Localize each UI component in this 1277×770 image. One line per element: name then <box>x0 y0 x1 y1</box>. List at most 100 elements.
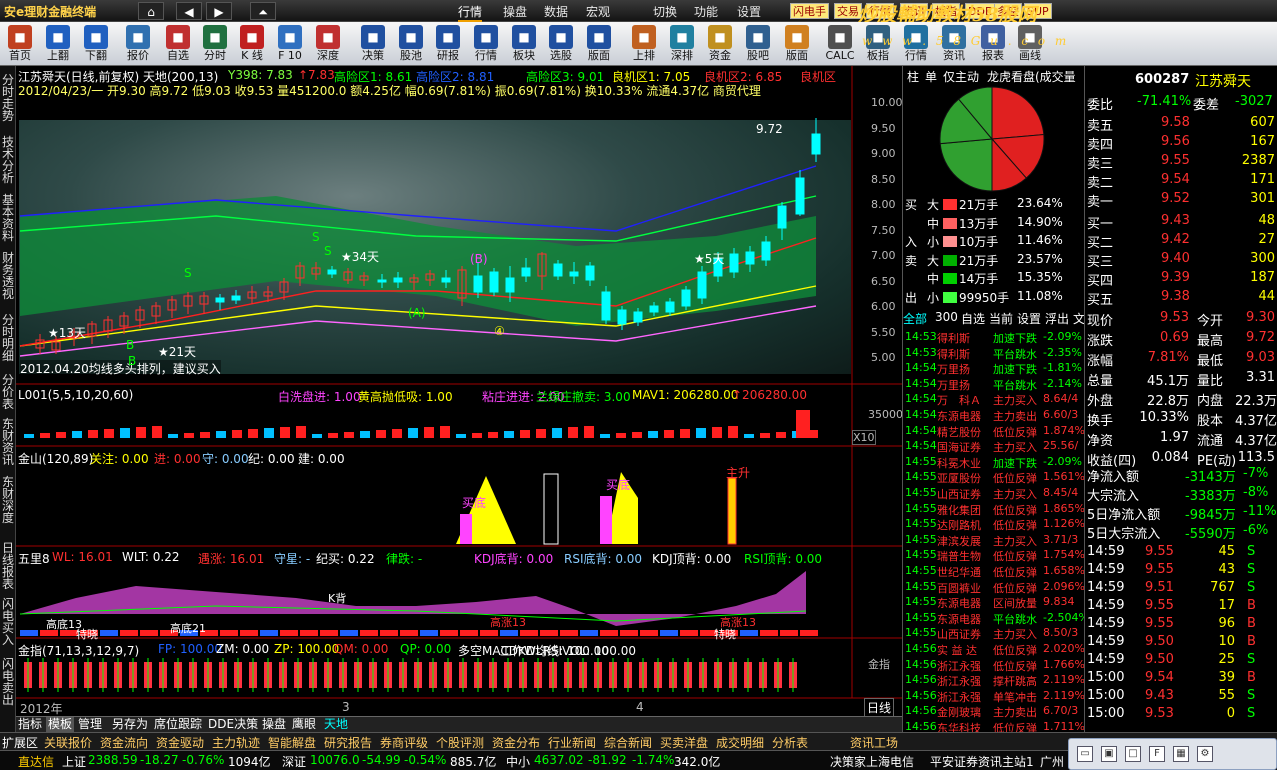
bottom-tab-7[interactable]: 鹰眼 <box>290 717 318 733</box>
func-tab-3[interactable]: 资金驱动 <box>156 734 204 751</box>
side-tab-1[interactable]: 技术分析 <box>1 136 15 184</box>
side-tab-4[interactable]: 分时明细 <box>1 314 15 362</box>
toolbar-button-15[interactable]: ■ 版面 <box>581 24 617 64</box>
chart-area[interactable]: 江苏舜天(日线,前复权) 天地(200,13) Y398: 7.83 ↑7.83 高险… <box>16 66 903 731</box>
func-tab-5[interactable]: 智能解盘 <box>268 734 316 751</box>
menu-5[interactable]: 功能 <box>694 3 718 20</box>
restore-icon[interactable]: ▣ <box>1101 746 1117 762</box>
menu-4[interactable]: 切换 <box>653 3 677 20</box>
bottom-tab-0[interactable]: 指标 <box>16 717 44 733</box>
menu-3[interactable]: 宏观 <box>586 3 610 20</box>
stream-tab-4[interactable]: 设置 <box>1017 310 1041 328</box>
ind3-label-4: 高涨13 <box>490 616 526 629</box>
flow-tab-0[interactable]: 柱 <box>907 68 919 86</box>
bottom-tab-2[interactable]: 管理 <box>76 717 104 733</box>
toolbar-button-1[interactable]: ■ 上翻 <box>40 24 76 64</box>
stream-tab-1[interactable]: 300 <box>935 310 958 328</box>
toolbar-button-9[interactable]: ■ 决策 <box>355 24 391 64</box>
flow-swatch-1 <box>943 217 957 229</box>
func-tab-14[interactable]: 分析表 <box>772 734 808 751</box>
status-item-12: 4637.02 <box>534 753 584 767</box>
side-tab-0[interactable]: 分时走势 <box>1 74 15 122</box>
side-tab-2[interactable]: 基本资料 <box>1 194 15 242</box>
toolbar-icon-3: ■ <box>126 25 150 49</box>
forward-icon[interactable]: ▶ <box>206 2 232 20</box>
func-tab-9[interactable]: 资金分布 <box>492 734 540 751</box>
toolbar-button-12[interactable]: ■ 行情 <box>468 24 504 64</box>
window-icon[interactable]: □ <box>1125 746 1141 762</box>
menu-2[interactable]: 数据 <box>544 3 568 20</box>
side-tab-9[interactable]: 闪电买入 <box>1 598 15 646</box>
settings-icon[interactable]: ⚙ <box>1197 746 1213 762</box>
bottom-tab-6[interactable]: 操盘 <box>260 717 288 733</box>
menu-1[interactable]: 操盘 <box>503 3 527 20</box>
floating-toolwindow[interactable]: ▭ ▣ □ F ▦ ⚙ <box>1068 738 1277 770</box>
candle-body-28 <box>489 271 499 293</box>
func-tab-1[interactable]: 关联报价 <box>44 734 92 751</box>
func-tab-15[interactable]: 资讯工场 <box>850 734 898 751</box>
func-tab-6[interactable]: 研究报告 <box>324 734 372 751</box>
toolbar-button-14[interactable]: ■ 选股 <box>543 24 579 64</box>
font-icon[interactable]: F <box>1149 746 1165 762</box>
tick-vol-7: 39 <box>1218 670 1235 685</box>
func-tab-7[interactable]: 券商评级 <box>380 734 428 751</box>
func-tab-4[interactable]: 主力轨迹 <box>212 734 260 751</box>
toolbar-button-17[interactable]: ■ 深排 <box>664 24 700 64</box>
func-tab-8[interactable]: 个股评测 <box>436 734 484 751</box>
period-label[interactable]: 日线 <box>864 698 895 717</box>
toolbar-button-7[interactable]: ■ F 10 <box>272 24 308 64</box>
toolbar-button-21[interactable]: ■ CALC <box>822 24 858 64</box>
func-tab-12[interactable]: 买卖洋盘 <box>660 734 708 751</box>
collapse-icon[interactable]: ⏶ <box>250 2 276 20</box>
netflow-pct-2: -11% <box>1243 504 1277 519</box>
toolbar-button-4[interactable]: ■ 自选 <box>160 24 196 64</box>
tick-price-8: 9.43 <box>1145 688 1174 703</box>
bottom-tab-5[interactable]: DDE决策 <box>206 717 260 733</box>
menu-6[interactable]: 设置 <box>737 3 761 20</box>
stream-tab-0[interactable]: 全部 <box>903 310 927 328</box>
toolbar-button-16[interactable]: ■ 上排 <box>626 24 662 64</box>
func-tab-11[interactable]: 综合新闻 <box>604 734 652 751</box>
bottom-tab-4[interactable]: 席位跟踪 <box>152 717 204 733</box>
toolbar-button-0[interactable]: ■ 首页 <box>2 24 38 64</box>
bottom-tab-3[interactable]: 另存为 <box>110 717 150 733</box>
side-tab-10[interactable]: 闪电卖出 <box>1 658 15 706</box>
flow-tab-1[interactable]: 单 <box>925 68 937 86</box>
toolbar-button-11[interactable]: ■ 研报 <box>430 24 466 64</box>
side-tab-3[interactable]: 财务透视 <box>1 252 15 300</box>
home-icon[interactable]: ⌂ <box>138 2 164 20</box>
quick-button-0[interactable]: 闪电手 <box>790 3 829 19</box>
vol-bar-28 <box>472 433 482 438</box>
toolbar-button-5[interactable]: ■ 分时 <box>197 24 233 64</box>
menu-0[interactable]: 行情 <box>458 3 483 22</box>
toolbar-button-10[interactable]: ■ 股池 <box>393 24 429 64</box>
minimize-icon[interactable]: ▭ <box>1077 746 1093 762</box>
stream-tab-3[interactable]: 当前 <box>989 310 1013 328</box>
func-tab-10[interactable]: 行业新闻 <box>548 734 596 751</box>
ask-price-0: 9.58 <box>1161 115 1190 130</box>
toolbar-button-19[interactable]: ■ 股吧 <box>740 24 776 64</box>
side-tab-5[interactable]: 分价表 <box>1 374 15 410</box>
toolbar-button-18[interactable]: ■ 资金 <box>702 24 738 64</box>
vol-bar-43 <box>712 427 722 438</box>
netflow-label-3: 5日大宗流入 <box>1087 527 1161 542</box>
side-tab-7[interactable]: 东财深度 <box>1 476 15 524</box>
func-tab-2[interactable]: 资金流向 <box>100 734 148 751</box>
func-tab-13[interactable]: 成交明细 <box>716 734 764 751</box>
stream-tab-2[interactable]: 自选 <box>961 310 985 328</box>
grid-icon[interactable]: ▦ <box>1173 746 1189 762</box>
func-tab-0[interactable]: 扩展区 <box>2 734 38 751</box>
ind2-shape-1 <box>460 514 472 544</box>
toolbar-button-20[interactable]: ■ 版面 <box>779 24 815 64</box>
toolbar-button-2[interactable]: ■ 下翻 <box>78 24 114 64</box>
back-icon[interactable]: ◀ <box>176 2 202 20</box>
side-tab-6[interactable]: 东财资讯 <box>1 418 15 466</box>
bottom-tab-8[interactable]: 天地 <box>322 717 350 733</box>
toolbar-button-6[interactable]: ■ K 线 <box>234 24 270 64</box>
toolbar-button-8[interactable]: ■ 深度 <box>310 24 346 64</box>
toolbar-button-13[interactable]: ■ 板块 <box>506 24 542 64</box>
bottom-tab-1[interactable]: 模板 <box>46 717 75 733</box>
side-tab-8[interactable]: 日线报表 <box>1 542 15 590</box>
toolbar-button-3[interactable]: ■ 报价 <box>120 24 156 64</box>
stream-tab-5[interactable]: 浮出 <box>1045 310 1069 328</box>
